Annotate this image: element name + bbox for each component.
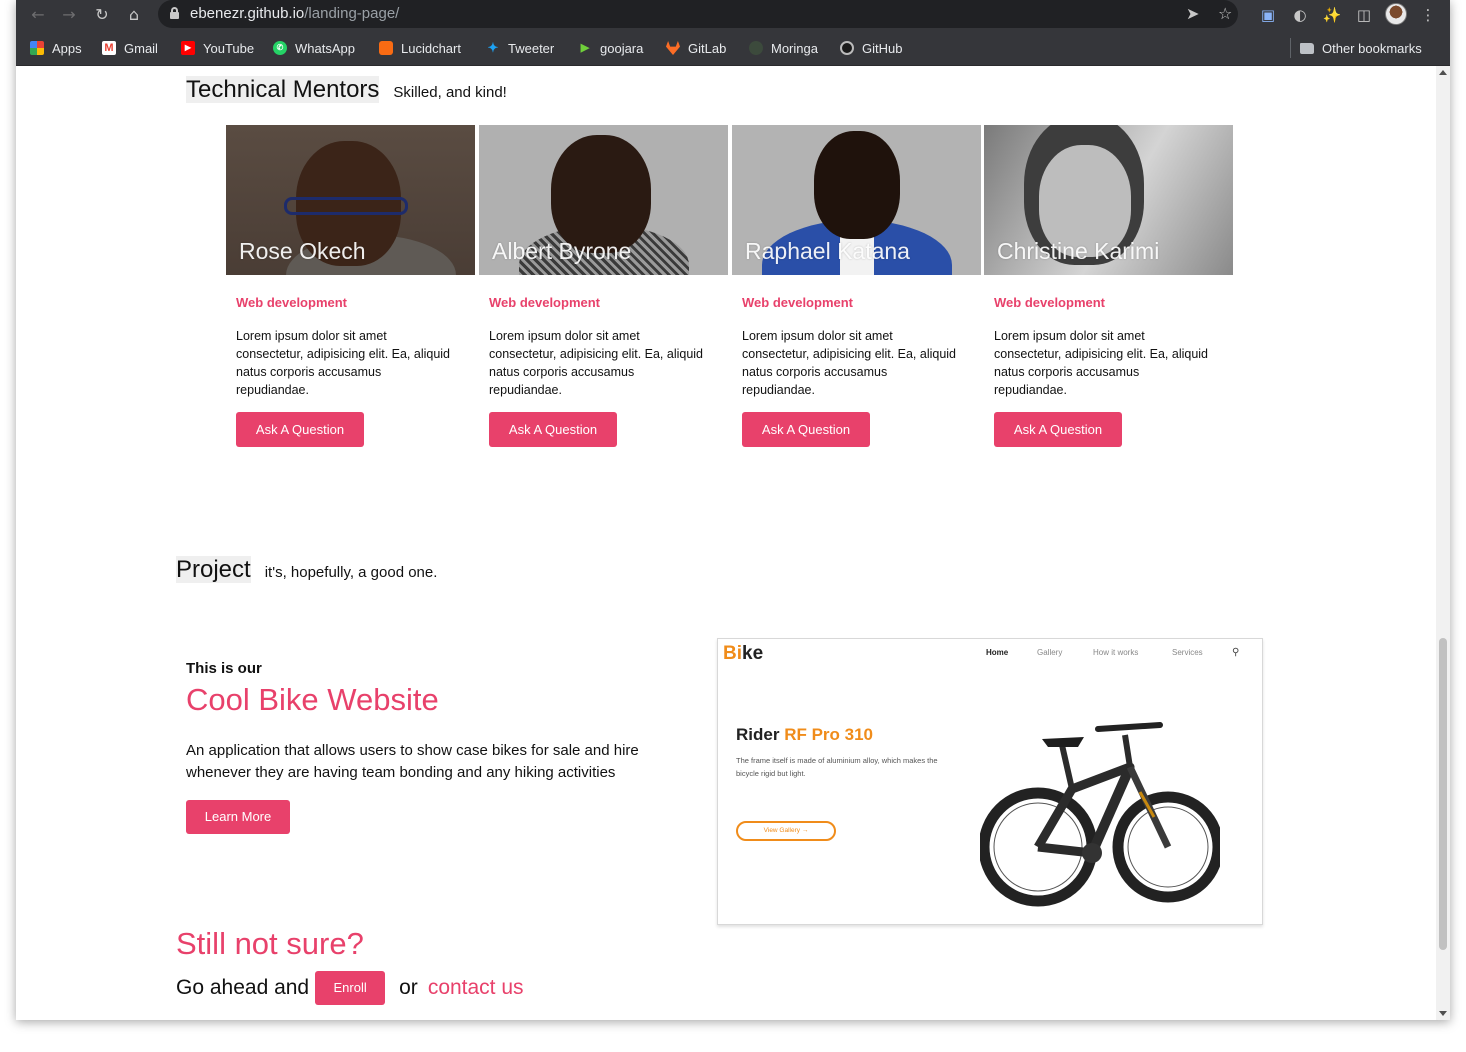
home-icon[interactable]: ⌂ [122,4,146,26]
bookmark-lucidchart[interactable]: Lucidchart [379,39,461,57]
extension-screen-icon[interactable]: ▣ [1257,4,1279,26]
page-scrollbar[interactable] [1436,66,1450,1020]
side-panel-icon[interactable]: ◫ [1353,4,1375,26]
bicycle-icon [980,722,1220,907]
bookmark-moringa[interactable]: Moringa [749,39,818,57]
bookmark-gmail[interactable]: M Gmail [102,39,158,57]
bookmark-tweeter[interactable]: ✦ Tweeter [486,39,555,57]
lucidchart-icon [379,41,393,55]
ask-question-button[interactable]: Ask A Question [236,412,364,447]
ask-question-button[interactable]: Ask A Question [742,412,870,447]
mentor-name: Raphael Katana [745,238,910,264]
address-bar[interactable]: ebenezr.github.io/landing-page/ ➤ ☆ [158,0,1238,28]
cta-prefix: Go ahead and [176,976,310,999]
bookmark-whatsapp[interactable]: ✆ WhatsApp [273,39,355,57]
project-intro: This is our [186,660,262,677]
mentor-role: Web development [994,295,1106,310]
project-title: Project [176,556,251,583]
mentors-title: Technical Mentors [186,76,380,103]
bookmarks-divider [1290,38,1291,58]
extensions-puzzle-icon[interactable]: ✨ [1321,4,1343,26]
mentor-card: Albert Byrone Web development Lorem ipsu… [479,125,728,447]
bookmarks-bar: Apps M Gmail ▶ YouTube ✆ WhatsApp Lucidchar… [16,30,1450,66]
goojara-icon: ▶ [580,42,590,54]
menu-kebab-icon[interactable]: ⋮ [1417,4,1439,26]
project-heading: Project it's, hopefully, a good one. [176,556,437,584]
preview-nav-how: How it works [1093,648,1139,657]
bookmark-github[interactable]: GitHub [840,39,902,57]
gitlab-icon [666,41,680,55]
twitter-icon: ✦ [487,40,499,55]
profile-avatar[interactable] [1385,3,1407,25]
mentor-role: Web development [489,295,601,310]
cta-or: or [399,976,418,999]
folder-icon [1300,42,1314,54]
preview-logo: Bike [723,643,764,664]
url-text[interactable]: ebenezr.github.io/landing-page/ [190,5,399,22]
mentor-role: Web development [742,295,854,310]
bookmark-goojara[interactable]: ▶ goojara [578,39,644,57]
mentor-bio: Lorem ipsum dolor sit amet consectetur, … [994,329,1209,397]
mentor-photo: Albert Byrone [479,125,728,275]
mentor-photo: Christine Karimi [984,125,1233,275]
preview-search-icon: ⚲ [1232,647,1240,658]
scroll-down-arrow-icon[interactable] [1439,1011,1447,1016]
mentor-bio: Lorem ipsum dolor sit amet consectetur, … [742,329,957,397]
preview-gallery-button: View Gallery → [736,821,836,841]
mentors-heading: Technical Mentors Skilled, and kind! [186,76,507,104]
reload-icon[interactable]: ↻ [90,4,114,26]
page-content: Technical Mentors Skilled, and kind! Ros… [16,66,1436,1020]
enroll-button[interactable]: Enroll [315,971,386,1005]
preview-nav-services: Services [1172,648,1203,657]
forward-icon[interactable]: → [57,4,81,26]
browser-window: ← → ↻ ⌂ ebenezr.github.io/landing-page/ … [16,0,1450,1020]
project-description: An application that allows users to show… [186,742,639,781]
whatsapp-icon: ✆ [273,41,287,55]
preview-nav-gallery: Gallery [1037,648,1063,657]
bookmark-gitlab[interactable]: GitLab [666,39,726,57]
bookmark-apps[interactable]: Apps [30,39,82,57]
browser-toolbar: ← → ↻ ⌂ ebenezr.github.io/landing-page/ … [16,0,1450,30]
project-preview-image: Bike Home Gallery How it works Services … [717,638,1263,925]
youtube-icon: ▶ [181,41,195,55]
mentor-name: Christine Karimi [997,238,1160,264]
scroll-thumb[interactable] [1439,638,1447,950]
send-icon[interactable]: ➤ [1186,4,1199,24]
mentor-role: Web development [236,295,348,310]
preview-headline: Rider RF Pro 310 [736,725,873,744]
contact-us-link[interactable]: contact us [428,976,524,1000]
mentor-name: Rose Okech [239,238,366,264]
mentor-card: Rose Okech Web development Lorem ipsum d… [226,125,475,447]
github-icon [840,41,854,55]
back-icon[interactable]: ← [26,4,50,26]
mentor-photo: Rose Okech [226,125,475,275]
ask-question-button[interactable]: Ask A Question [489,412,617,447]
project-subtitle: it's, hopefully, a good one. [264,564,438,581]
gmail-icon: M [102,41,116,55]
mentor-bio: Lorem ipsum dolor sit amet consectetur, … [489,329,704,397]
mentor-name: Albert Byrone [492,238,632,264]
mentor-photo: Raphael Katana [732,125,981,275]
ask-question-button[interactable]: Ask A Question [994,412,1122,447]
project-name: Cool Bike Website [186,682,439,717]
bookmark-star-icon[interactable]: ☆ [1218,4,1232,24]
glasses-icon [284,197,408,215]
preview-text: The frame itself is made of aluminium al… [736,756,938,778]
lock-icon [170,7,179,19]
cta-line: Go ahead and Enroll or contact us [176,971,524,1005]
cta-heading: Still not sure? [176,926,364,961]
moringa-icon [749,41,763,55]
mentor-bio: Lorem ipsum dolor sit amet consectetur, … [236,329,451,397]
extension-c-icon[interactable]: ◐ [1289,4,1311,26]
preview-nav-home: Home [986,648,1009,657]
mentors-subtitle: Skilled, and kind! [393,84,507,101]
bookmark-youtube[interactable]: ▶ YouTube [181,39,254,57]
mentor-card: Raphael Katana Web development Lorem ips… [732,125,981,447]
mentor-card: Christine Karimi Web development Lorem i… [984,125,1233,447]
apps-grid-icon [30,41,44,55]
scroll-up-arrow-icon[interactable] [1439,70,1447,75]
bookmark-other[interactable]: Other bookmarks [1300,39,1422,57]
learn-more-button[interactable]: Learn More [186,800,290,834]
